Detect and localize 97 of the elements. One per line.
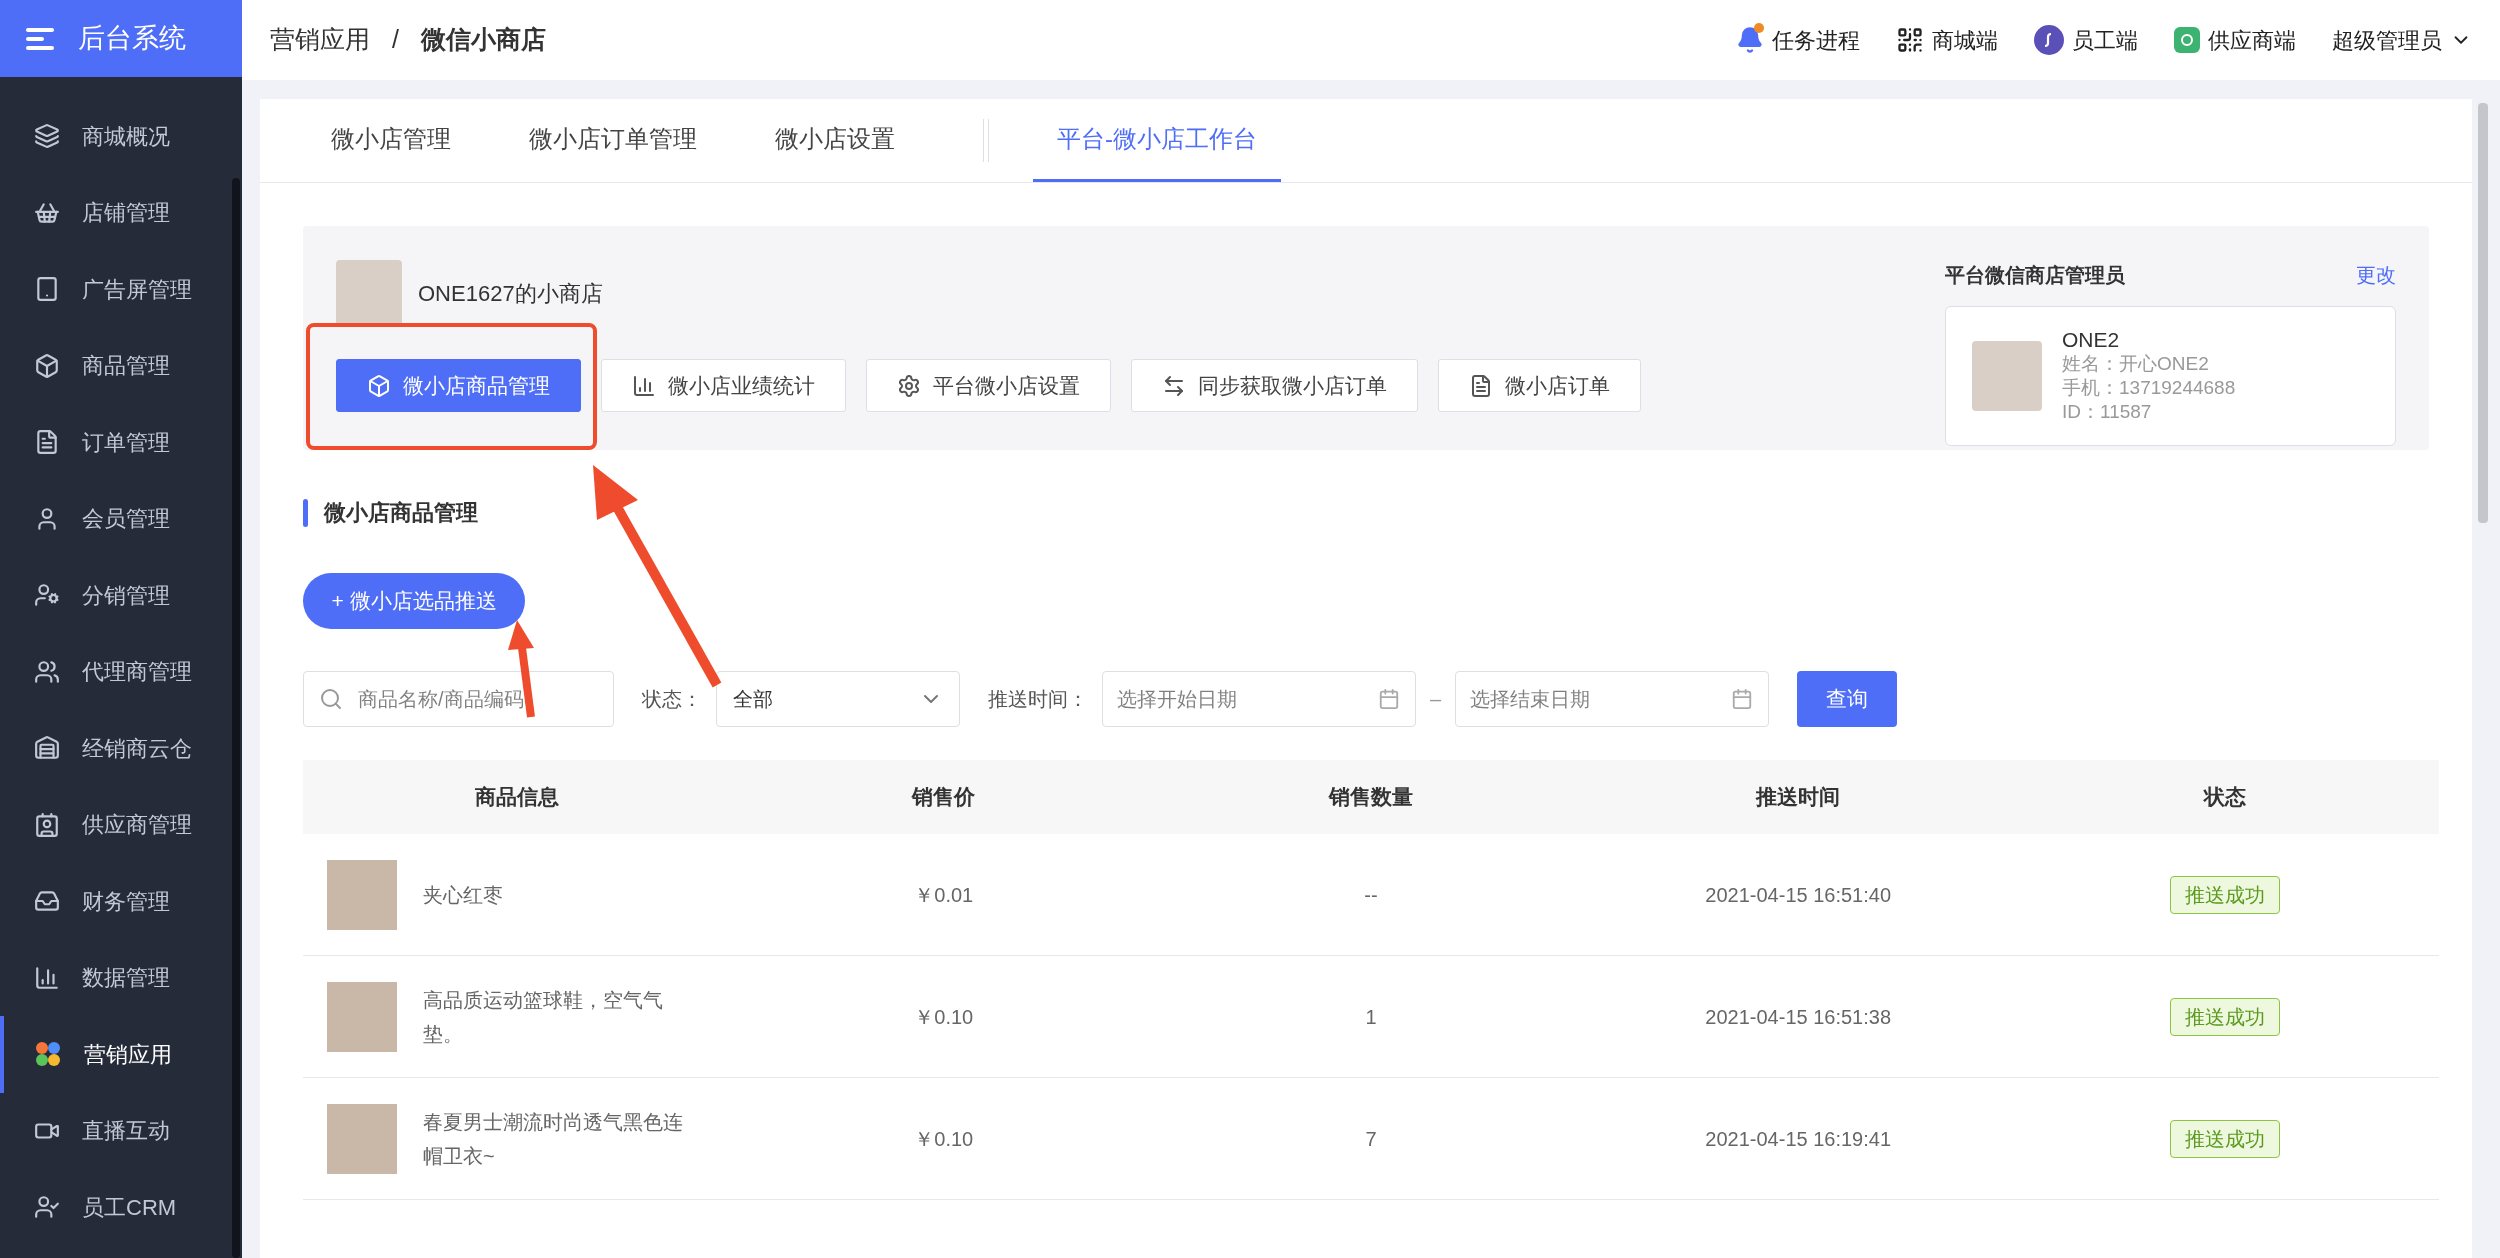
menu-icon[interactable]: [26, 26, 56, 51]
tab[interactable]: 微小店设置: [751, 99, 919, 182]
status-tag: 推送成功: [2170, 875, 2281, 914]
section-marker: [303, 498, 308, 527]
sidebar-item[interactable]: 分销管理: [0, 557, 232, 634]
clover-icon: [34, 1040, 62, 1069]
product-photo-placeholder: [327, 1103, 397, 1174]
link-logo-icon: [2034, 25, 2064, 55]
column-header: 状态: [2202, 784, 2248, 811]
cube-icon: [367, 373, 391, 398]
manager-detail: 姓名：开心ONE2: [2062, 352, 2210, 376]
manager-name: ONE2: [2062, 328, 2121, 352]
table-cell-text: ￥0.10: [913, 1004, 975, 1030]
manager-title: 平台微信商店管理员: [1945, 263, 2125, 288]
sidebar-item[interactable]: 代理商管理: [0, 633, 232, 710]
swap-arrows-icon: [1162, 373, 1186, 398]
layers-icon: [34, 123, 60, 150]
sidebar-item[interactable]: 直播互动: [0, 1092, 232, 1169]
edit-link[interactable]: 更改: [2356, 260, 2396, 290]
sidebar-item[interactable]: 财务管理: [0, 863, 232, 940]
group-icon: [34, 658, 60, 685]
shop-action-button[interactable]: 微小店订单: [1438, 359, 1641, 412]
tab[interactable]: 微小店订单管理: [505, 99, 721, 182]
user-menu[interactable]: 超级管理员: [2332, 23, 2472, 57]
status-label: 状态：: [642, 687, 702, 712]
calendar-icon: [1378, 688, 1400, 710]
sidebar-item[interactable]: 商城概况: [0, 98, 232, 175]
table-cell-text: ￥0.10: [913, 1126, 975, 1152]
shop-action-button[interactable]: 平台微小店设置: [866, 359, 1111, 412]
cube-icon: [34, 352, 60, 379]
search-field[interactable]: 商品名称/商品编码: [303, 671, 614, 727]
section-title: 微小店商品管理: [324, 499, 478, 527]
header-link[interactable]: 商城端: [1896, 23, 1998, 57]
app-title: 后台系统: [78, 22, 186, 56]
table-cell-text: 1: [1364, 1004, 1378, 1030]
header-link[interactable]: 员工端: [2034, 23, 2138, 57]
product-photo-placeholder: [327, 981, 397, 1052]
sidebar-item[interactable]: 员工CRM: [0, 1169, 232, 1246]
shop-action-button[interactable]: 同步获取微小店订单: [1131, 359, 1418, 412]
calendar-icon: [1731, 688, 1754, 710]
product-photo-placeholder: [327, 859, 397, 930]
shop-action-button[interactable]: 微小店商品管理: [336, 359, 581, 412]
header-link[interactable]: 任务进程: [1736, 23, 1860, 57]
sidebar-item[interactable]: 订单管理: [0, 404, 232, 481]
avatar-placeholder: [336, 260, 402, 326]
start-date-field[interactable]: 选择开始日期: [1102, 671, 1416, 727]
table-cell-text: 夹心红枣: [423, 882, 504, 908]
breadcrumb-current: 微信小商店: [420, 24, 546, 56]
table-cell-text: 高品质运动篮球鞋，空气气垫。: [423, 987, 664, 1047]
sidebar-item[interactable]: 数据管理: [0, 939, 232, 1016]
search-icon: [319, 687, 343, 711]
bar-chart-icon: [34, 964, 60, 991]
push-time-label: 推送时间：: [988, 687, 1088, 712]
status-tag: 推送成功: [2170, 997, 2281, 1036]
table-cell-text: 2021-04-15 16:19:41: [1704, 1126, 1893, 1152]
sidebar-item[interactable]: 经销商云仓: [0, 710, 232, 787]
status-select[interactable]: 全部: [716, 671, 960, 727]
sidebar-item[interactable]: 店铺管理: [0, 174, 232, 251]
bar-chart-icon: [632, 373, 656, 398]
add-push-button[interactable]: + 微小店选品推送: [303, 573, 525, 629]
sidebar-item[interactable]: 商品管理: [0, 327, 232, 404]
sidebar-item[interactable]: 广告屏管理: [0, 251, 232, 328]
shop-action-button[interactable]: 微小店业绩统计: [601, 359, 846, 412]
qr-code-icon: [1896, 26, 1924, 54]
sidebar-item[interactable]: 供应商管理: [0, 786, 232, 863]
end-date-field[interactable]: 选择结束日期: [1455, 671, 1770, 727]
table-cell-text: 春夏男士潮流时尚透气黑色连帽卫衣~: [423, 1109, 684, 1169]
query-button[interactable]: 查询: [1797, 671, 1898, 727]
warehouse-icon: [34, 735, 60, 762]
tablet-icon: [34, 276, 60, 303]
document-icon: [34, 429, 60, 456]
header-link[interactable]: 供应商端: [2174, 23, 2296, 57]
store-logo-icon: [2174, 27, 2200, 53]
shop-name: ONE1627的小商店: [418, 279, 603, 308]
document-icon: [1469, 373, 1493, 398]
settings-icon: [897, 373, 921, 398]
column-header: 销售价: [910, 784, 977, 811]
table-cell-text: 7: [1364, 1126, 1378, 1152]
column-header: 推送时间: [1754, 784, 1842, 811]
manager-detail: ID：11587: [2062, 400, 2153, 424]
column-header: 商品信息: [473, 784, 560, 811]
tab[interactable]: 微小店管理: [307, 99, 475, 182]
bell-icon: [1736, 25, 1764, 55]
sidebar-item[interactable]: 会员管理: [0, 480, 232, 557]
manager-detail: 手机：13719244688: [2062, 376, 2236, 400]
column-header: 销售数量: [1327, 784, 1414, 811]
table-cell-text: ￥0.01: [913, 882, 975, 908]
breadcrumb-separator: /: [392, 24, 399, 56]
table-cell-text: 2021-04-15 16:51:40: [1704, 882, 1893, 908]
status-tag: 推送成功: [2170, 1119, 2281, 1158]
date-range-dash: –: [1430, 687, 1442, 712]
table-cell-text: 2021-04-15 16:51:38: [1704, 1004, 1893, 1030]
breadcrumb-link[interactable]: 营销应用: [270, 21, 370, 59]
tab[interactable]: 平台-微小店工作台: [1033, 99, 1281, 182]
table-cell-text: --: [1363, 882, 1379, 908]
contact-icon: [34, 811, 60, 838]
avatar-placeholder: [1972, 341, 2042, 411]
